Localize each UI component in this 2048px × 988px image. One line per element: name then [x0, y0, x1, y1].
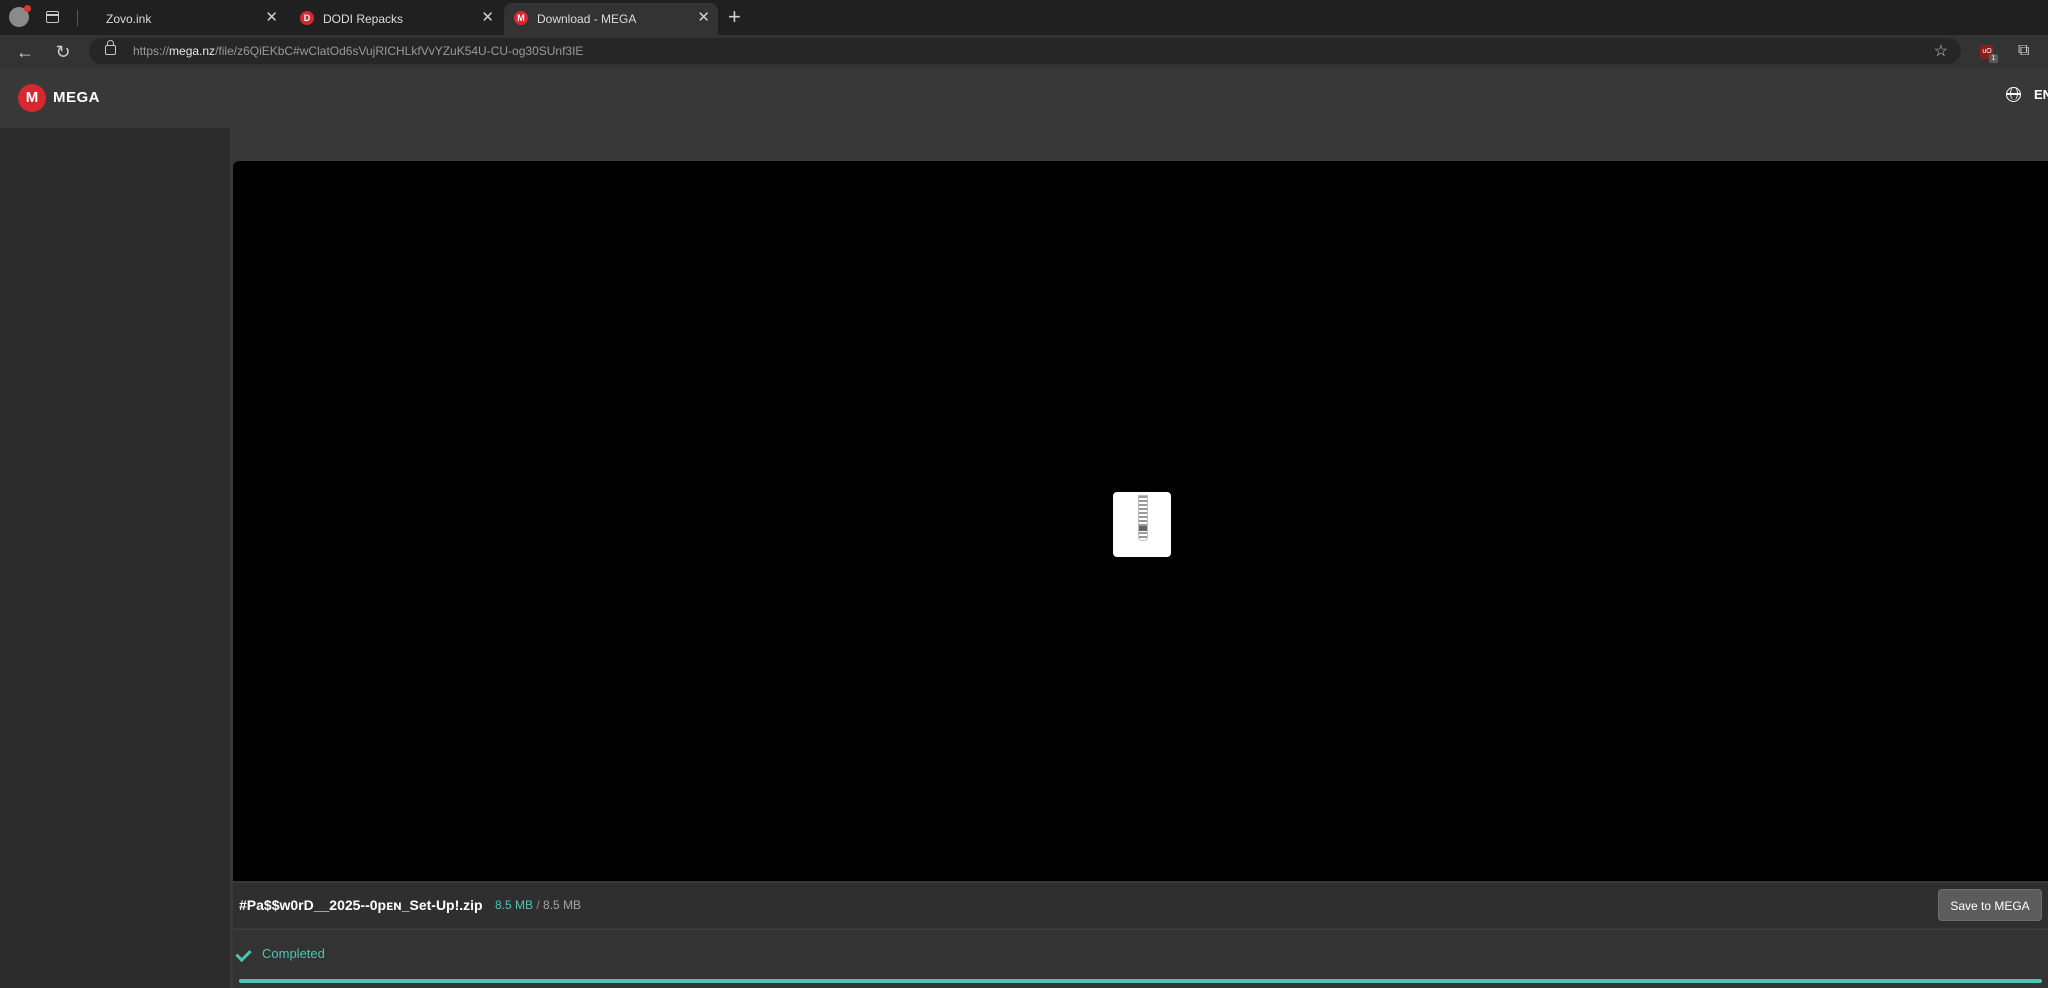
downloaded-size: 8.5 MB	[495, 898, 534, 912]
file-info-bar: #Pa$$w0rD__2025--0pᴇɴ_Set-Up!.zip 8.5 MB…	[233, 883, 2048, 928]
back-arrow-icon[interactable]: ←	[12, 39, 38, 65]
total-size: 8.5 MB	[543, 898, 582, 912]
profile-avatar[interactable]	[9, 5, 31, 27]
zip-file-icon	[1113, 492, 1171, 557]
tab-divider	[77, 10, 78, 26]
new-tab-icon[interactable]: +	[728, 4, 741, 30]
size-separator: /	[536, 898, 540, 912]
close-tab-icon[interactable]: ✕	[265, 10, 278, 26]
reload-icon[interactable]: ↻	[50, 39, 76, 65]
zipper-graphic	[1138, 495, 1148, 541]
bookmark-star-icon[interactable]: ☆	[1934, 41, 1948, 61]
tab-title: DODI Repacks	[323, 12, 404, 26]
progress-bar	[239, 979, 2042, 983]
lock-icon[interactable]	[105, 40, 116, 55]
check-icon	[235, 945, 252, 963]
language-label: EN	[2034, 87, 2048, 102]
mega-page: M MEGA EN #Pa$$w0rD__2025--0pᴇɴ_Set-Up!.…	[0, 69, 2048, 988]
tab-title: Download - MEGA	[537, 12, 637, 26]
status-label: Completed	[262, 946, 325, 961]
file-preview-area	[233, 161, 2048, 881]
left-sidebar	[0, 128, 230, 988]
tab-mega-download[interactable]: M Download - MEGA ✕	[504, 3, 718, 35]
progress-bar-fill	[239, 979, 2042, 983]
tab-dodi[interactable]: D DODI Repacks ✕	[290, 3, 502, 35]
extension-badge: 1	[1989, 54, 1998, 63]
browser-toolbar: ← ↻ https://mega.nz/file/z6QiEKbC#wClatO…	[0, 35, 2048, 69]
url-text[interactable]: https://mega.nz/file/z6QiEKbC#wClatOd6sV…	[133, 44, 583, 58]
extensions-puzzle-icon[interactable]: ⧉	[2018, 42, 2029, 60]
address-bar[interactable]: https://mega.nz/file/z6QiEKbC#wClatOd6sV…	[89, 38, 1961, 64]
download-status-bar: Completed	[233, 929, 2048, 988]
tab-actions-icon[interactable]	[46, 11, 59, 23]
save-to-mega-button[interactable]: Save to MEGA	[1938, 889, 2042, 921]
mega-logo-text: MEGA	[53, 89, 100, 106]
dodi-favicon-icon: D	[300, 11, 314, 25]
mega-logo-icon: M	[18, 84, 46, 112]
url-host: mega.nz	[169, 44, 216, 58]
close-tab-icon[interactable]: ✕	[481, 10, 494, 26]
url-scheme: https://	[133, 44, 170, 58]
browser-tab-strip: Zovo.ink ✕ D DODI Repacks ✕ M Download -…	[0, 0, 2048, 35]
close-tab-icon[interactable]: ✕	[697, 10, 710, 26]
mega-favicon-icon: M	[514, 11, 528, 25]
file-name: #Pa$$w0rD__2025--0pᴇɴ_Set-Up!.zip	[239, 897, 483, 913]
url-path: /file/z6QiEKbC#wClatOd6sVujRICHLkfVvYZuK…	[215, 44, 584, 58]
file-size: 8.5 MB / 8.5 MB	[495, 898, 581, 912]
globe-icon	[2006, 87, 2021, 102]
tab-title: Zovo.ink	[106, 12, 152, 26]
tab-zovo[interactable]: Zovo.ink ✕	[86, 3, 286, 35]
